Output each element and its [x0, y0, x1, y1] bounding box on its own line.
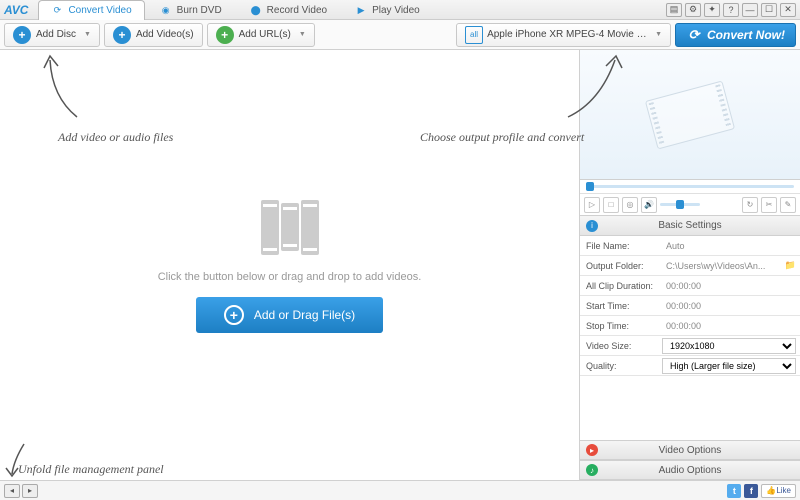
file-icon[interactable]: ▤: [666, 3, 682, 17]
video-size-select[interactable]: 1920x1080: [662, 338, 796, 354]
profile-label: Apple iPhone XR MPEG-4 Movie (*.m...: [487, 29, 647, 40]
stop-button[interactable]: □: [603, 197, 619, 213]
chevron-down-icon: ▼: [655, 31, 662, 38]
video-options-header[interactable]: ▸ Video Options: [580, 440, 800, 460]
film-icon: [645, 80, 735, 149]
film-placeholder-icon: [255, 197, 325, 257]
social-buttons: t f 👍 Like: [727, 484, 796, 498]
globe-plus-icon: +: [216, 26, 234, 44]
bottom-bar: ◂ ▸ t f 👍 Like: [0, 480, 800, 500]
basic-settings: File Name:Auto Output Folder:C:\Users\wy…: [580, 236, 800, 376]
tab-play-video[interactable]: ▶ Play Video: [342, 0, 433, 20]
collapse-panel-button[interactable]: ▸: [22, 484, 38, 498]
tab-strip: ⟳ Convert Video ◉ Burn DVD ⬤ Record Video ▶…: [38, 0, 434, 20]
like-button[interactable]: 👍 Like: [761, 484, 796, 498]
add-urls-button[interactable]: + Add URL(s) ▼: [207, 23, 315, 47]
play-button[interactable]: ▷: [584, 197, 600, 213]
record-icon: ⬤: [250, 4, 262, 16]
edit-button[interactable]: ✎: [780, 197, 796, 213]
snapshot-button[interactable]: ◎: [622, 197, 638, 213]
toolbar: + Add Disc ▼ + Add Video(s) + Add URL(s) ▼ al…: [0, 20, 800, 50]
twitter-icon[interactable]: t: [727, 484, 741, 498]
disc-plus-icon: +: [13, 26, 31, 44]
maximize-icon[interactable]: ☐: [761, 3, 777, 17]
volume-slider[interactable]: [660, 203, 700, 206]
drop-hint: Click the button below or drag and drop …: [158, 271, 422, 283]
header-label: Video Options: [659, 445, 722, 456]
setting-all-clip-duration: All Clip Duration:00:00:00: [580, 276, 800, 296]
tab-convert-video[interactable]: ⟳ Convert Video: [38, 0, 144, 20]
side-panel: ▷ □ ◎ 🔊 ↻ ✂ ✎ i Basic Settings File Name:…: [580, 50, 800, 480]
tools-icon[interactable]: ✦: [704, 3, 720, 17]
tab-label: Play Video: [372, 5, 420, 16]
chevron-down-icon: ▼: [84, 31, 91, 38]
rotate-button[interactable]: ↻: [742, 197, 758, 213]
main-area: Click the button below or drag and drop …: [0, 50, 800, 480]
setting-file-name: File Name:Auto: [580, 236, 800, 256]
convert-icon: ⟳: [51, 4, 63, 16]
workspace[interactable]: Click the button below or drag and drop …: [0, 50, 580, 480]
gear-icon[interactable]: ⚙: [685, 3, 701, 17]
setting-quality[interactable]: Quality:High (Larger file size): [580, 356, 800, 376]
help-icon[interactable]: ?: [723, 3, 739, 17]
audio-options-header[interactable]: ♪ Audio Options: [580, 460, 800, 480]
preview-pane: [580, 50, 800, 180]
header-label: Audio Options: [659, 465, 722, 476]
setting-stop-time: Stop Time:00:00:00: [580, 316, 800, 336]
video-plus-icon: +: [113, 26, 131, 44]
add-files-button[interactable]: + Add or Drag File(s): [196, 297, 383, 333]
convert-now-button[interactable]: ⟳ Convert Now!: [675, 23, 796, 47]
tab-burn-dvd[interactable]: ◉ Burn DVD: [147, 0, 235, 20]
audio-icon: ♪: [586, 464, 598, 476]
facebook-icon[interactable]: f: [744, 484, 758, 498]
video-icon: ▸: [586, 444, 598, 456]
refresh-icon: ⟳: [686, 27, 702, 43]
disc-icon: ◉: [160, 4, 172, 16]
plus-icon: +: [224, 305, 244, 325]
button-label: Add URL(s): [239, 29, 291, 40]
button-label: Add Video(s): [136, 29, 194, 40]
setting-output-folder[interactable]: Output Folder:C:\Users\wy\Videos\An...📁: [580, 256, 800, 276]
annotation-unfold-panel: Unfold file management panel: [18, 462, 164, 477]
playback-controls: ▷ □ ◎ 🔊 ↻ ✂ ✎: [580, 194, 800, 216]
button-label: Add Disc: [36, 29, 76, 40]
annotation-add-files: Add video or audio files: [58, 130, 173, 145]
profile-icon: all: [465, 26, 483, 44]
mute-button[interactable]: 🔊: [641, 197, 657, 213]
button-label: Convert Now!: [707, 28, 785, 42]
button-label: Add or Drag File(s): [254, 308, 355, 322]
tab-label: Record Video: [267, 5, 327, 16]
titlebar: AVC ⟳ Convert Video ◉ Burn DVD ⬤ Record Vid…: [0, 0, 800, 20]
cut-button[interactable]: ✂: [761, 197, 777, 213]
basic-settings-header: i Basic Settings: [580, 216, 800, 236]
add-disc-button[interactable]: + Add Disc ▼: [4, 23, 100, 47]
output-profile-selector[interactable]: all Apple iPhone XR MPEG-4 Movie (*.m... ▼: [456, 23, 671, 47]
tab-label: Convert Video: [68, 5, 131, 16]
header-label: Basic Settings: [658, 220, 721, 231]
folder-icon[interactable]: 📁: [785, 260, 796, 271]
info-icon: i: [586, 220, 598, 232]
unfold-panel-button[interactable]: ◂: [4, 484, 20, 498]
play-icon: ▶: [355, 4, 367, 16]
app-logo: AVC: [4, 3, 28, 17]
tab-label: Burn DVD: [177, 5, 222, 16]
close-icon[interactable]: ✕: [780, 3, 796, 17]
setting-video-size[interactable]: Video Size:1920x1080: [580, 336, 800, 356]
seek-slider[interactable]: [580, 180, 800, 194]
tab-record-video[interactable]: ⬤ Record Video: [237, 0, 340, 20]
setting-start-time: Start Time:00:00:00: [580, 296, 800, 316]
add-videos-button[interactable]: + Add Video(s): [104, 23, 203, 47]
minimize-icon[interactable]: —: [742, 3, 758, 17]
quality-select[interactable]: High (Larger file size): [662, 358, 796, 374]
chevron-down-icon: ▼: [299, 31, 306, 38]
annotation-choose-profile: Choose output profile and convert: [420, 130, 584, 145]
